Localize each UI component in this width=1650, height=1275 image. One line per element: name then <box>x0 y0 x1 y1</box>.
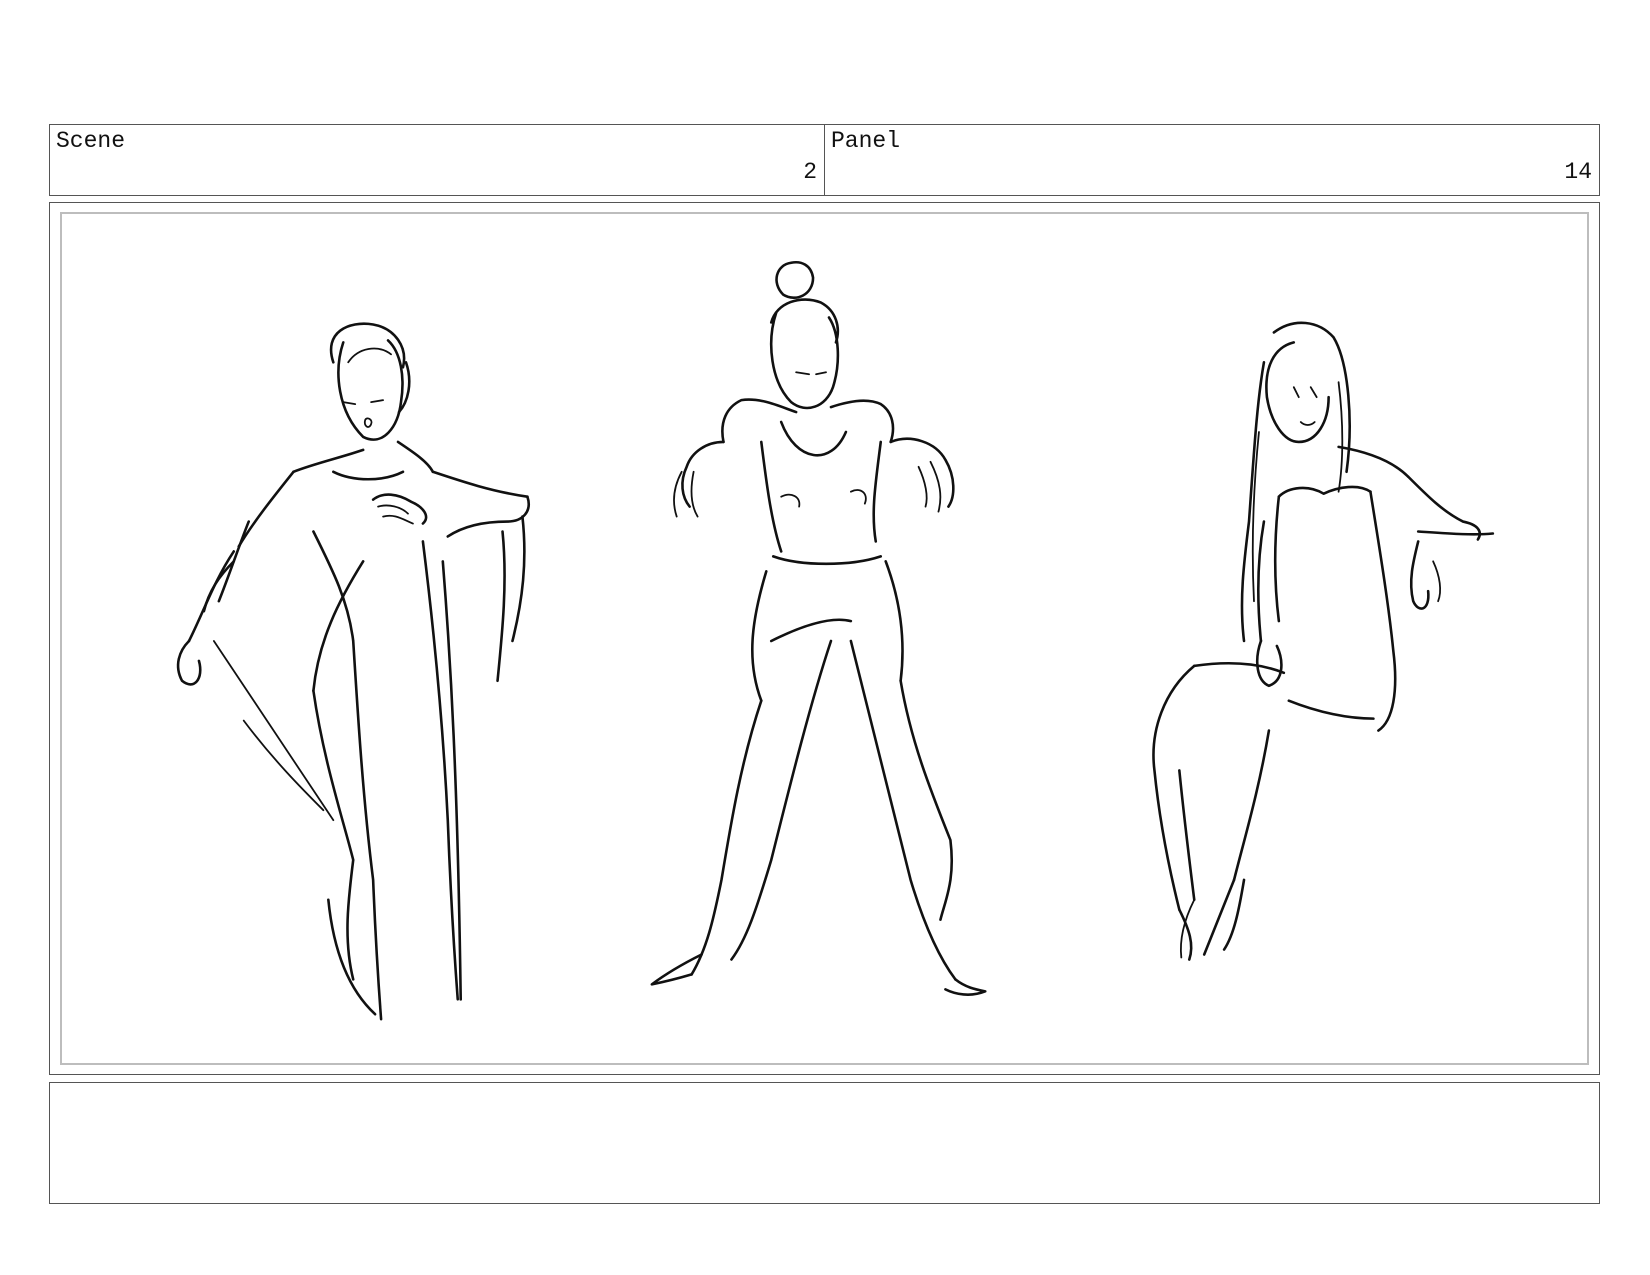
figure-gown-sketch <box>176 322 530 1021</box>
figure-bun-sketch <box>650 261 987 996</box>
scene-number: 2 <box>803 159 817 185</box>
scene-cell: Scene 2 <box>50 125 825 195</box>
panel-notes-box <box>49 1082 1600 1204</box>
panel-number: 14 <box>1564 159 1592 185</box>
scene-label: Scene <box>56 128 126 154</box>
storyboard-header: Scene 2 Panel 14 <box>49 124 1600 196</box>
panel-drawing-area <box>60 212 1589 1065</box>
sketch-drawing <box>176 261 1495 1021</box>
storyboard-panel <box>49 202 1600 1075</box>
panel-cell: Panel 14 <box>825 125 1599 195</box>
figure-seated-sketch <box>1152 321 1495 961</box>
panel-label: Panel <box>831 128 901 154</box>
